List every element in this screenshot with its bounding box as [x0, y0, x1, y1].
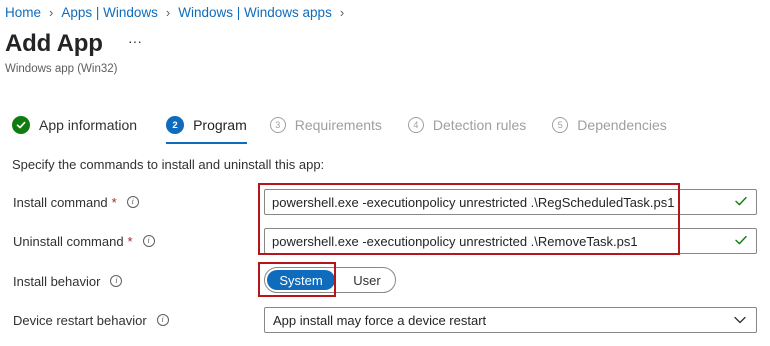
step-program[interactable]: 2 Program — [166, 112, 247, 144]
device-restart-label-text: Device restart behavior — [13, 312, 147, 328]
step-number: 5 — [552, 117, 569, 133]
breadcrumb-apps-windows[interactable]: Apps | Windows — [61, 5, 158, 20]
device-restart-label: Device restart behavior i — [13, 310, 169, 330]
step-label: Dependencies — [577, 117, 667, 133]
wizard-steps: App information 2 Program 3 Requirements… — [12, 112, 667, 144]
uninstall-command-label: Uninstall command * i — [13, 231, 155, 251]
form-instructions: Specify the commands to install and unin… — [12, 157, 325, 172]
command-highlight-box — [258, 183, 680, 255]
step-requirements[interactable]: 3 Requirements — [269, 112, 382, 138]
breadcrumb-windows-apps[interactable]: Windows | Windows apps — [178, 5, 332, 20]
more-options-button[interactable]: ··· — [126, 33, 144, 53]
info-icon[interactable]: i — [110, 275, 123, 287]
uninstall-command-label-text: Uninstall command — [13, 233, 124, 249]
step-number: 3 — [269, 117, 286, 133]
step-app-information[interactable]: App information — [12, 112, 137, 138]
install-behavior-option-user[interactable]: User — [341, 270, 393, 290]
chevron-right-icon: › — [339, 4, 345, 20]
info-icon[interactable]: i — [156, 314, 169, 326]
install-behavior-label: Install behavior i — [13, 271, 123, 291]
required-marker: * — [127, 233, 133, 249]
checkmark-circle-icon — [12, 116, 30, 134]
step-dependencies[interactable]: 5 Dependencies — [552, 112, 667, 138]
page-title: Add App — [5, 30, 103, 57]
step-number: 2 — [166, 116, 185, 134]
checkmark-icon — [735, 196, 747, 206]
checkmark-icon — [735, 235, 747, 245]
step-detection-rules[interactable]: 4 Detection rules — [407, 112, 527, 138]
step-label: Requirements — [294, 117, 382, 133]
install-behavior-label-text: Install behavior — [13, 273, 101, 289]
chevron-down-icon — [734, 316, 746, 324]
step-number: 4 — [407, 117, 424, 133]
page-subtitle: Windows app (Win32) — [5, 63, 118, 75]
step-label: Detection rules — [432, 117, 527, 133]
chevron-right-icon: › — [165, 4, 171, 20]
device-restart-selected: App install may force a device restart — [273, 312, 487, 328]
info-icon[interactable]: i — [126, 196, 139, 208]
device-restart-dropdown[interactable]: App install may force a device restart — [264, 307, 757, 333]
install-command-label: Install command * i — [13, 192, 139, 212]
breadcrumb-home[interactable]: Home — [5, 5, 41, 20]
step-label: App information — [39, 117, 138, 133]
active-step-indicator — [166, 142, 247, 144]
chevron-right-icon: › — [49, 4, 54, 20]
breadcrumb: Home › Apps | Windows › Windows | Window… — [5, 4, 352, 20]
required-marker: * — [111, 194, 117, 210]
step-label: Program — [193, 117, 247, 133]
system-option-highlight-box — [258, 262, 336, 297]
install-command-label-text: Install command — [13, 194, 108, 210]
info-icon[interactable]: i — [142, 235, 155, 247]
